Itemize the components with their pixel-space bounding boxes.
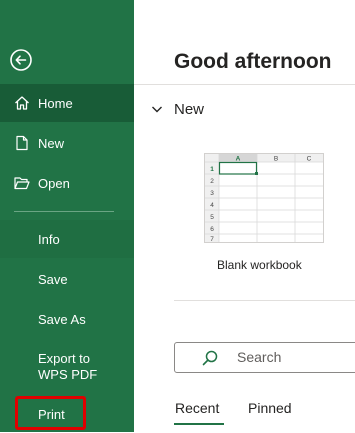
sidebar-item-label: Open bbox=[38, 175, 70, 191]
sidebar-item-label: Home bbox=[38, 95, 73, 111]
active-tab-indicator bbox=[174, 423, 224, 425]
sidebar-item-save[interactable]: Save bbox=[0, 260, 134, 298]
sidebar-item-save-as[interactable]: Save As bbox=[0, 300, 134, 338]
sidebar-divider bbox=[14, 211, 114, 212]
sidebar-item-label: Export to WPS PDF bbox=[38, 351, 98, 382]
search-placeholder: Search bbox=[237, 349, 282, 365]
row-header: 7 bbox=[210, 236, 214, 242]
header-divider bbox=[134, 84, 355, 85]
tab-pinned[interactable]: Pinned bbox=[248, 400, 292, 416]
print-highlight-box bbox=[15, 396, 86, 430]
sidebar-item-home[interactable]: Home bbox=[0, 84, 134, 122]
new-section-title[interactable]: New bbox=[174, 101, 204, 118]
column-header: B bbox=[274, 156, 278, 163]
greeting-title: Good afternoon bbox=[174, 50, 332, 73]
sidebar-item-label: Save As bbox=[38, 311, 86, 327]
spreadsheet-grid-icon: A B C 1 2 3 4 5 6 7 bbox=[205, 154, 323, 243]
sidebar-item-label: Save bbox=[38, 271, 68, 287]
backstage-sidebar: Home New Open Info Save Save As Export t… bbox=[0, 0, 134, 432]
row-header: 1 bbox=[210, 166, 214, 173]
sidebar-item-new[interactable]: New bbox=[0, 124, 134, 162]
search-icon bbox=[202, 350, 218, 366]
section-divider bbox=[174, 300, 355, 301]
back-arrow-icon bbox=[10, 49, 32, 71]
row-header: 5 bbox=[210, 214, 214, 221]
sidebar-item-label: New bbox=[38, 135, 65, 151]
open-folder-icon bbox=[13, 174, 31, 192]
row-header: 2 bbox=[210, 178, 214, 185]
sidebar-item-open[interactable]: Open bbox=[0, 164, 134, 202]
tab-recent[interactable]: Recent bbox=[175, 400, 219, 416]
new-document-icon bbox=[13, 134, 31, 152]
sidebar-item-info[interactable]: Info bbox=[0, 220, 134, 258]
blank-workbook-thumbnail[interactable]: A B C 1 2 3 4 5 6 7 bbox=[204, 153, 324, 243]
column-header: A bbox=[236, 156, 241, 163]
backstage-main: Good afternoon New A B C 1 2 3 4 5 6 7 B… bbox=[134, 0, 355, 432]
chevron-down-icon[interactable] bbox=[151, 104, 163, 114]
home-icon bbox=[13, 94, 31, 112]
template-label-blank-workbook: Blank workbook bbox=[217, 258, 302, 272]
back-button[interactable] bbox=[9, 48, 33, 72]
sidebar-item-label: Info bbox=[38, 231, 60, 247]
row-header: 4 bbox=[210, 202, 214, 209]
sidebar-item-export-wps-pdf[interactable]: Export to WPS PDF bbox=[0, 345, 134, 391]
row-header: 6 bbox=[210, 226, 214, 233]
row-header: 3 bbox=[210, 190, 214, 197]
column-header: C bbox=[307, 156, 312, 163]
